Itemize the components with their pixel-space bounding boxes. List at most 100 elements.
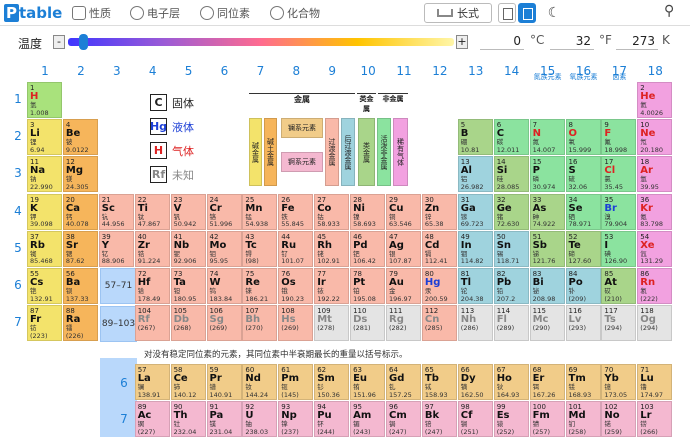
element-U[interactable]: 92 U 铀 238.03 <box>242 401 278 437</box>
element-As[interactable]: 33 As 砷 74.922 <box>529 193 565 230</box>
category-post-transition[interactable]: 后过渡金属 <box>341 118 355 186</box>
element-Bi[interactable]: 83 Bi 铋 208.98 <box>529 268 565 304</box>
element-H[interactable]: 1 H 氢 1.008 <box>27 82 62 118</box>
element-Nb[interactable]: 41 Nb 铌 92.906 <box>170 230 206 267</box>
element-Rg[interactable]: 111 Rg (282) <box>386 305 421 342</box>
element-Bh[interactable]: 107 Bh (270) <box>242 305 278 342</box>
element-Ti[interactable]: 22 Ti 钛 47.867 <box>134 193 170 230</box>
period-label-7[interactable]: 7 <box>13 315 23 329</box>
element-Ir[interactable]: 77 Ir 铱 192.22 <box>314 268 350 304</box>
group-label-13[interactable]: 13 <box>458 64 494 78</box>
element-Ts[interactable]: 117 Ts (294) <box>601 305 637 342</box>
element-Pm[interactable]: 61 Pm 钷 (145) <box>278 364 314 400</box>
group-label-9[interactable]: 9 <box>314 64 350 78</box>
element-Al[interactable]: 13 Al 铝 26.982 <box>457 156 493 193</box>
element-Au[interactable]: 79 Au 金 196.97 <box>386 268 421 304</box>
element-Hs[interactable]: 108 Hs (269) <box>278 305 314 342</box>
element-Re[interactable]: 75 Re 铼 186.21 <box>242 268 278 304</box>
element-Ra[interactable]: 88 Ra 镭 (226) <box>62 305 98 342</box>
element-Bk[interactable]: 97 Bk 锫 (247) <box>421 401 457 437</box>
element-Mc[interactable]: 115 Mc (290) <box>529 305 565 342</box>
element-Kr[interactable]: 36 Kr 氪 83.798 <box>637 193 673 230</box>
period-label-6[interactable]: 6 <box>13 278 23 292</box>
celsius-input[interactable]: 0 <box>480 34 524 50</box>
element-Mo[interactable]: 42 Mo 钼 95.95 <box>206 230 242 267</box>
element-Fr[interactable]: 87 Fr 钫 (223) <box>27 305 62 342</box>
element-Mg[interactable]: 12 Mg 镁 24.305 <box>62 156 98 193</box>
element-Zr[interactable]: 40 Zr 锆 91.224 <box>134 230 170 267</box>
element-Pa[interactable]: 91 Pa 镤 231.04 <box>206 401 242 437</box>
period-label-1[interactable]: 1 <box>13 92 23 106</box>
temp-decrease-button[interactable]: - <box>53 35 65 49</box>
element-Te[interactable]: 52 Te 碲 127.60 <box>565 230 601 267</box>
element-Ca[interactable]: 20 Ca 钙 40.078 <box>62 193 98 230</box>
element-No[interactable]: 102 No 锘 (259) <box>601 401 637 437</box>
element-Br[interactable]: 35 Br 溴 79.904 <box>601 193 637 230</box>
element-Tc[interactable]: 43 Tc 锝 (98) <box>242 230 278 267</box>
element-Rn[interactable]: 86 Rn 氡 (222) <box>637 268 673 304</box>
element-Np[interactable]: 93 Np 镎 (237) <box>278 401 314 437</box>
category-noble-gas[interactable]: 稀有气体 <box>393 118 408 186</box>
element-Lr[interactable]: 103 Lr 铹 (266) <box>637 401 673 437</box>
fahrenheit-input[interactable]: 32 <box>550 34 594 50</box>
element-Cd[interactable]: 48 Cd 镉 112.41 <box>421 230 457 267</box>
group-label-18[interactable]: 18 <box>637 64 673 78</box>
temp-increase-button[interactable]: + <box>456 35 468 49</box>
element-Ac[interactable]: 89 Ac 锕 (227) <box>134 401 170 437</box>
element-Pb[interactable]: 82 Pb 铅 207.2 <box>493 268 529 304</box>
element-Os[interactable]: 76 Os 锇 190.23 <box>278 268 314 304</box>
element-Sc[interactable]: 21 Sc 钪 44.956 <box>98 193 134 230</box>
element-Sn[interactable]: 50 Sn 锡 118.71 <box>493 230 529 267</box>
element-Rf[interactable]: 104 Rf (267) <box>134 305 170 342</box>
moon-icon[interactable]: ☾ <box>544 3 564 23</box>
element-Fl[interactable]: 114 Fl (289) <box>493 305 529 342</box>
element-Ds[interactable]: 110 Ds (281) <box>350 305 386 342</box>
tab-properties[interactable]: 性质 <box>72 4 111 22</box>
element-Lv[interactable]: 116 Lv (293) <box>565 305 601 342</box>
element-Ba[interactable]: 56 Ba 钡 137.33 <box>62 268 98 304</box>
category-transition[interactable]: 过渡金属 <box>325 118 339 186</box>
element-C[interactable]: 6 C 碳 12.011 <box>493 119 529 156</box>
element-Yb[interactable]: 70 Yb 镱 173.05 <box>601 364 637 400</box>
element-Hf[interactable]: 72 Hf 铪 178.49 <box>134 268 170 304</box>
element-Ga[interactable]: 31 Ga 镓 69.723 <box>457 193 493 230</box>
lanthanide-reference[interactable]: 57–71 <box>100 268 137 304</box>
element-Pt[interactable]: 78 Pt 铂 195.08 <box>350 268 386 304</box>
element-Cf[interactable]: 98 Cf 锎 (251) <box>457 401 493 437</box>
element-Md[interactable]: 101 Md 钔 (258) <box>565 401 601 437</box>
element-F[interactable]: 9 F 氟 18.998 <box>601 119 637 156</box>
element-Db[interactable]: 105 Db (268) <box>170 305 206 342</box>
element-Fe[interactable]: 26 Fe 铁 55.845 <box>278 193 314 230</box>
element-Eu[interactable]: 63 Eu 铕 151.96 <box>350 364 386 400</box>
element-In[interactable]: 49 In 铟 114.82 <box>457 230 493 267</box>
temperature-slider[interactable] <box>68 38 454 46</box>
element-P[interactable]: 15 P 磷 30.974 <box>529 156 565 193</box>
element-K[interactable]: 19 K 钾 39.098 <box>27 193 62 230</box>
element-Rh[interactable]: 45 Rh 铑 102.91 <box>314 230 350 267</box>
element-Co[interactable]: 27 Co 钴 58.933 <box>314 193 350 230</box>
element-Th[interactable]: 90 Th 钍 232.04 <box>170 401 206 437</box>
element-Ru[interactable]: 44 Ru 钌 101.07 <box>278 230 314 267</box>
element-Ar[interactable]: 18 Ar 氩 39.95 <box>637 156 673 193</box>
category-actinide[interactable]: 锕系元素 <box>281 152 323 172</box>
element-Gd[interactable]: 64 Gd 钆 157.25 <box>386 364 421 400</box>
group-label-4[interactable]: 4 <box>135 64 171 78</box>
element-He[interactable]: 2 He 氦 4.0026 <box>637 82 673 118</box>
element-Cn[interactable]: 112 Cn (285) <box>421 305 457 342</box>
element-Pr[interactable]: 59 Pr 镨 140.91 <box>206 364 242 400</box>
period-label-5[interactable]: 5 <box>13 241 23 255</box>
element-Xe[interactable]: 54 Xe 氙 131.29 <box>637 230 673 267</box>
element-Sg[interactable]: 106 Sg (269) <box>206 305 242 342</box>
element-Fm[interactable]: 100 Fm 镄 (257) <box>529 401 565 437</box>
element-Cu[interactable]: 29 Cu 铜 63.546 <box>386 193 421 230</box>
element-V[interactable]: 23 V 钒 50.942 <box>170 193 206 230</box>
element-Tm[interactable]: 69 Tm 铥 168.93 <box>565 364 601 400</box>
element-Sr[interactable]: 38 Sr 锶 87.62 <box>62 230 98 267</box>
element-Pd[interactable]: 46 Pd 钯 106.42 <box>350 230 386 267</box>
group-label-14[interactable]: 14 <box>494 64 530 78</box>
element-Dy[interactable]: 66 Dy 镝 162.50 <box>457 364 493 400</box>
period-label-2[interactable]: 2 <box>13 129 23 143</box>
tab-isotopes[interactable]: 同位素 <box>200 4 250 22</box>
view-classic-button[interactable] <box>498 3 516 23</box>
element-At[interactable]: 85 At 砹 (210) <box>601 268 637 304</box>
